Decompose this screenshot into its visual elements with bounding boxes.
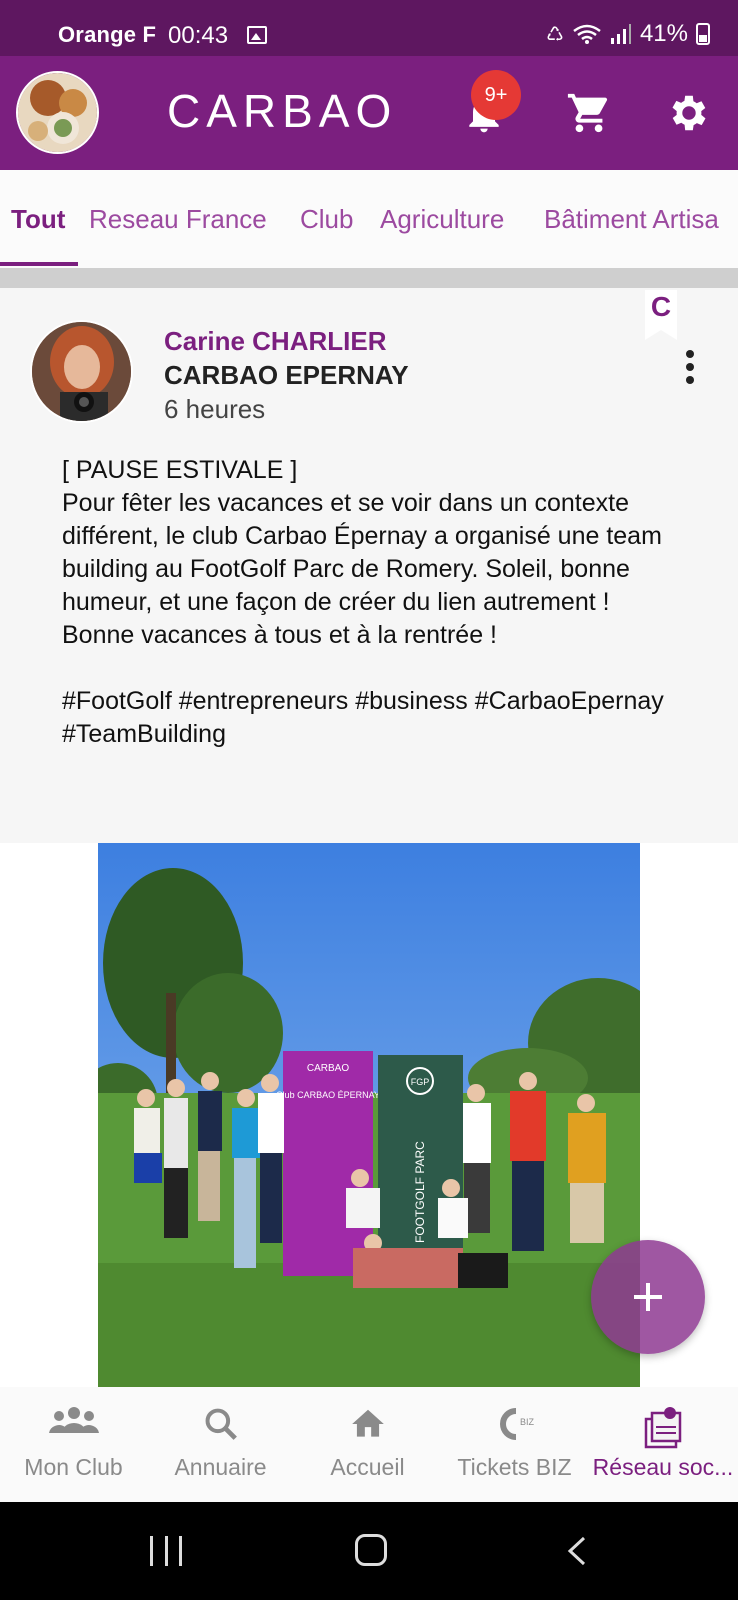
app-screen: Orange F 00:43 ♺ 41% CARBAO 9+ Tout Rese… bbox=[0, 0, 738, 1600]
tab-tout[interactable]: Tout bbox=[11, 204, 65, 235]
tab-batiment-artisanat[interactable]: Bâtiment Artisa bbox=[544, 204, 719, 235]
add-post-fab[interactable] bbox=[591, 1240, 705, 1354]
post-photo[interactable]: CARBAO Club CARBAO ÉPERNAY FGP FOOTGOLF … bbox=[98, 843, 640, 1387]
carrier-label: Orange F bbox=[58, 22, 157, 47]
bottom-navigation: Mon Club Annuaire Accueil BIZ Tickets BI… bbox=[0, 1387, 738, 1502]
post-timestamp: 6 heures bbox=[164, 394, 266, 424]
back-icon[interactable] bbox=[566, 1536, 588, 1566]
signal-icon bbox=[610, 24, 631, 44]
nav-label-reseau-social: Réseau soc... bbox=[592, 1454, 734, 1480]
battery-percent: 41% bbox=[639, 20, 688, 47]
tabs-divider bbox=[0, 268, 738, 288]
group-icon bbox=[48, 1407, 99, 1433]
nav-label-tickets-biz: Tickets BIZ bbox=[457, 1454, 572, 1480]
tab-reseau-france[interactable]: Reseau France bbox=[89, 204, 267, 235]
status-right: ♺ 41% bbox=[546, 20, 710, 48]
nav-tickets-biz[interactable]: BIZ Tickets BIZ bbox=[441, 1387, 588, 1502]
app-title: CARBAO bbox=[167, 85, 398, 137]
author-avatar[interactable] bbox=[30, 320, 133, 423]
nav-label-accueil: Accueil bbox=[330, 1454, 405, 1480]
nav-mon-club[interactable]: Mon Club bbox=[0, 1387, 147, 1502]
club-avatar[interactable] bbox=[16, 71, 99, 154]
notification-badge: 9+ bbox=[471, 70, 521, 120]
tab-club[interactable]: Club bbox=[300, 204, 353, 235]
nav-accueil[interactable]: Accueil bbox=[294, 1387, 441, 1502]
social-network-icon bbox=[644, 1407, 682, 1449]
feed-post: C Carine CHARLIER CARBAO EPERNAY 6 heure… bbox=[0, 288, 738, 843]
author-club: CARBAO EPERNAY bbox=[164, 360, 409, 390]
home-button-icon[interactable] bbox=[355, 1534, 387, 1566]
wifi-icon bbox=[573, 24, 601, 44]
nav-label-mon-club: Mon Club bbox=[24, 1454, 123, 1480]
battery-saver-icon: ♺ bbox=[546, 23, 564, 46]
status-bar: Orange F 00:43 ♺ 41% bbox=[0, 0, 738, 56]
tab-agriculture[interactable]: Agriculture bbox=[380, 204, 504, 235]
nav-label-annuaire: Annuaire bbox=[174, 1454, 267, 1480]
banner-right-text: FOOTGOLF PARC bbox=[413, 1141, 427, 1243]
system-navigation-bar bbox=[0, 1502, 738, 1600]
more-options-icon[interactable] bbox=[680, 350, 700, 388]
category-tabs: Tout Reseau France Club Agriculture Bâti… bbox=[0, 170, 738, 268]
post-body: [ PAUSE ESTIVALE ] Pour fêter les vacanc… bbox=[62, 456, 664, 748]
author-name[interactable]: Carine CHARLIER bbox=[164, 326, 386, 357]
home-icon bbox=[351, 1409, 384, 1437]
settings-gear-icon[interactable] bbox=[666, 90, 712, 136]
banner-left-brand: CARBAO bbox=[307, 1063, 349, 1074]
nav-reseau-social[interactable]: Réseau soc... bbox=[588, 1387, 738, 1502]
search-icon bbox=[205, 1408, 237, 1440]
tickets-biz-icon: BIZ bbox=[499, 1408, 535, 1440]
image-notification-icon bbox=[247, 26, 267, 44]
active-tab-indicator bbox=[0, 262, 78, 266]
svg-text:BIZ: BIZ bbox=[520, 1417, 535, 1427]
recent-apps-icon[interactable] bbox=[150, 1536, 182, 1566]
banner-left-title: Club CARBAO ÉPERNAY bbox=[276, 1090, 380, 1100]
nav-annuaire[interactable]: Annuaire bbox=[147, 1387, 294, 1502]
battery-icon bbox=[696, 23, 710, 45]
carbao-post-badge: C bbox=[645, 290, 677, 340]
cart-icon[interactable] bbox=[566, 90, 612, 136]
banner-right-logo: FGP bbox=[411, 1077, 430, 1087]
clock: 00:43 bbox=[168, 22, 229, 49]
app-bar: CARBAO 9+ bbox=[0, 56, 738, 170]
